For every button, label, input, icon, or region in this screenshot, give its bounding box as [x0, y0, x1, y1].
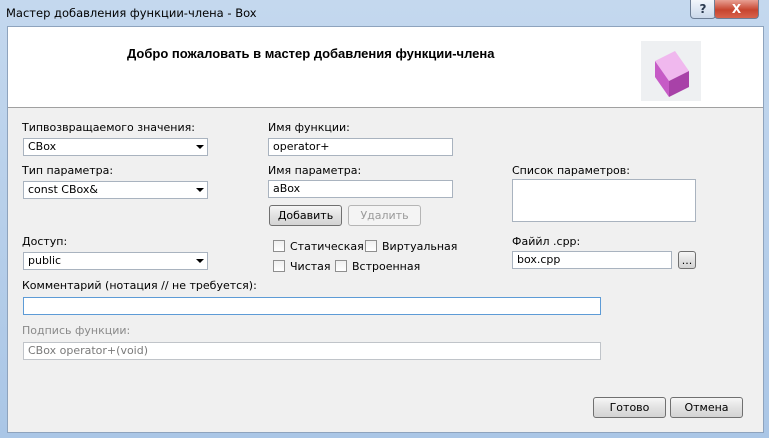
access-value: public — [28, 254, 62, 267]
static-checkbox[interactable] — [273, 240, 285, 252]
browse-button[interactable]: ... — [678, 251, 696, 269]
comment-input[interactable] — [23, 297, 601, 315]
param-name-label: Имя параметра: — [268, 164, 362, 177]
param-type-label: Тип параметра: — [22, 164, 114, 177]
return-type-value: CBox — [28, 140, 57, 153]
close-button[interactable]: X — [714, 0, 759, 19]
signature-label: Подпись функции: — [22, 324, 131, 337]
virtual-checkbox[interactable] — [365, 240, 377, 252]
param-name-input[interactable]: aBox — [268, 180, 453, 198]
cancel-button[interactable]: Отмена — [670, 397, 743, 418]
cpp-file-label: Файйл .cpp: — [512, 235, 581, 248]
title-bar[interactable]: Мастер добавления функции-члена - Box ? … — [0, 0, 769, 26]
function-name-input[interactable]: operator+ — [268, 138, 453, 156]
chevron-down-icon — [196, 145, 204, 149]
virtual-label: Виртуальная — [382, 240, 458, 253]
inline-checkbox[interactable] — [335, 260, 347, 272]
finish-button[interactable]: Готово — [593, 397, 666, 418]
param-type-combo[interactable]: const CBox& — [23, 181, 208, 199]
header-panel: Добро пожаловать в мастер добавления фун… — [8, 27, 763, 108]
window-title: Мастер добавления функции-члена - Box — [6, 6, 257, 20]
help-button[interactable]: ? — [690, 0, 716, 19]
param-type-value: const CBox& — [28, 183, 98, 196]
chevron-down-icon — [196, 259, 204, 263]
dialog-window: Мастер добавления функции-члена - Box ? … — [0, 0, 769, 438]
return-type-combo[interactable]: CBox — [23, 138, 208, 156]
return-type-label: Типвозвращаемого значения: — [22, 121, 195, 134]
comment-label: Комментарий (нотация // не требуется): — [22, 279, 257, 292]
static-label: Статическая — [290, 240, 364, 253]
add-param-button[interactable]: Добавить — [269, 205, 342, 226]
access-combo[interactable]: public — [23, 252, 208, 270]
pure-label: Чистая — [290, 260, 331, 273]
chevron-down-icon — [196, 188, 204, 192]
dialog-client-area: Добро пожаловать в мастер добавления фун… — [7, 26, 764, 433]
box-icon — [655, 51, 689, 97]
signature-field: CBox operator+(void) — [23, 342, 601, 360]
param-list-label: Список параметров: — [512, 164, 630, 177]
access-label: Доступ: — [22, 235, 68, 248]
welcome-heading: Добро пожаловать в мастер добавления фун… — [127, 46, 495, 61]
remove-param-button[interactable]: Удалить — [348, 205, 421, 226]
wizard-logo — [641, 41, 701, 101]
param-list[interactable] — [512, 179, 696, 222]
cpp-file-input[interactable]: box.cpp — [512, 251, 672, 269]
inline-label: Встроенная — [352, 260, 421, 273]
pure-checkbox[interactable] — [273, 260, 285, 272]
function-name-label: Имя функции: — [268, 121, 350, 134]
